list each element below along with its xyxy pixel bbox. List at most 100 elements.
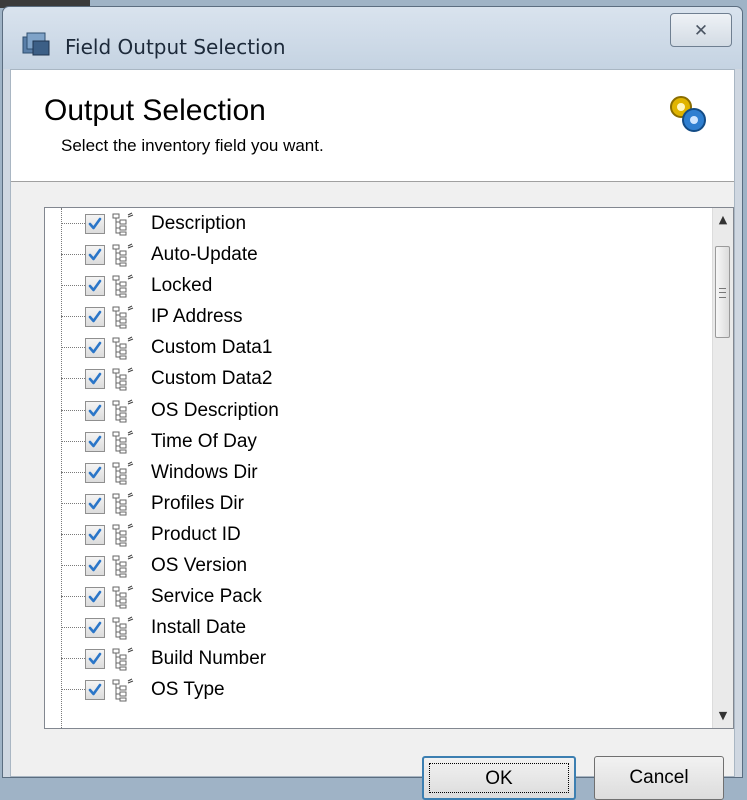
header-panel: Output Selection Select the inventory fi… bbox=[11, 70, 734, 182]
field-label: Description bbox=[151, 213, 247, 234]
field-node-icon bbox=[112, 212, 134, 236]
focus-rectangle bbox=[429, 763, 569, 793]
field-node-icon bbox=[112, 243, 134, 267]
field-node-icon bbox=[112, 461, 134, 485]
tree-row[interactable]: Auto-Update bbox=[45, 239, 713, 270]
field-checkbox[interactable] bbox=[85, 400, 105, 421]
tree-branch-line bbox=[61, 627, 85, 629]
field-checkbox[interactable] bbox=[85, 587, 105, 608]
header-subtitle: Select the inventory field you want. bbox=[61, 136, 324, 155]
field-checkbox[interactable] bbox=[85, 618, 105, 639]
field-checkbox[interactable] bbox=[85, 214, 105, 234]
field-checkbox[interactable] bbox=[85, 338, 105, 359]
field-checkbox[interactable] bbox=[85, 276, 105, 297]
tree-branch-line bbox=[61, 316, 85, 318]
field-node-icon bbox=[112, 274, 134, 298]
tree-row[interactable]: Profiles Dir bbox=[45, 488, 713, 519]
tree-row[interactable]: OS Version bbox=[45, 550, 713, 581]
tree-branch-line bbox=[61, 689, 85, 691]
field-checkbox[interactable] bbox=[85, 680, 105, 701]
tree-row[interactable]: Install Date bbox=[45, 612, 713, 643]
dialog-client-area: Output Selection Select the inventory fi… bbox=[10, 69, 735, 800]
tree-row[interactable]: Build Number bbox=[45, 643, 713, 674]
grip-icon bbox=[719, 288, 726, 298]
tree-branch-line bbox=[61, 658, 85, 660]
checkmark-icon bbox=[88, 217, 102, 230]
checkmark-icon bbox=[88, 559, 102, 572]
field-checkbox[interactable] bbox=[85, 462, 105, 483]
window-title: Field Output Selection bbox=[65, 35, 286, 59]
tree-row[interactable]: OS Type bbox=[45, 674, 713, 705]
tree-row[interactable]: Locked bbox=[45, 270, 713, 301]
tree-branch-line bbox=[61, 533, 85, 535]
vertical-scrollbar[interactable]: ▲ ▼ bbox=[712, 208, 733, 728]
field-label: Locked bbox=[151, 275, 213, 297]
checkmark-icon bbox=[88, 310, 102, 323]
field-node-icon bbox=[112, 678, 134, 702]
field-output-selection-dialog: Field Output Selection ✕ Output Selectio… bbox=[2, 6, 743, 800]
checkmark-icon bbox=[88, 590, 102, 603]
tree-row[interactable]: Custom Data1 bbox=[45, 332, 713, 363]
tree-row[interactable]: Custom Data2 bbox=[45, 363, 713, 394]
cancel-button[interactable]: Cancel bbox=[594, 756, 724, 800]
tree-branch-line bbox=[61, 285, 85, 287]
field-label: Service Pack bbox=[151, 586, 262, 608]
field-label: Profiles Dir bbox=[151, 492, 244, 514]
field-node-icon bbox=[112, 554, 134, 578]
tree-row[interactable]: Time Of Day bbox=[45, 426, 713, 457]
field-checkbox[interactable] bbox=[85, 524, 105, 545]
field-tree-list[interactable]: Description Auto-Update Locked IP Address Cu… bbox=[45, 208, 713, 728]
title-bar[interactable]: Field Output Selection ✕ bbox=[3, 7, 742, 69]
scroll-down-arrow-icon[interactable]: ▼ bbox=[713, 706, 733, 726]
gears-icon bbox=[670, 96, 706, 132]
tree-branch-line bbox=[61, 223, 85, 224]
field-label: Windows Dir bbox=[151, 461, 258, 483]
field-node-icon bbox=[112, 368, 134, 391]
field-label: OS Description bbox=[151, 399, 279, 421]
tree-row[interactable]: OS Description bbox=[45, 395, 713, 426]
field-node-icon bbox=[112, 336, 134, 360]
field-checkbox[interactable] bbox=[85, 245, 105, 266]
field-label: Install Date bbox=[151, 617, 247, 639]
scroll-up-arrow-icon[interactable]: ▲ bbox=[713, 210, 733, 230]
tree-branch-line bbox=[61, 378, 85, 380]
tree-branch-line bbox=[61, 254, 85, 256]
cancel-button-label: Cancel bbox=[629, 767, 689, 788]
field-checkbox[interactable] bbox=[85, 431, 105, 452]
tree-branch-line bbox=[61, 502, 85, 504]
field-node-icon bbox=[112, 647, 134, 671]
tree-branch-line bbox=[61, 565, 85, 567]
field-node-icon bbox=[112, 430, 134, 454]
scrollbar-thumb[interactable] bbox=[715, 246, 730, 338]
checkmark-icon bbox=[88, 435, 102, 447]
field-label: Auto-Update bbox=[151, 244, 258, 266]
ok-button[interactable]: OK bbox=[422, 756, 576, 800]
field-node-icon bbox=[112, 492, 134, 516]
header-title: Output Selection bbox=[44, 94, 266, 127]
tree-row[interactable]: Product ID bbox=[45, 519, 713, 550]
field-label: Product ID bbox=[151, 523, 241, 545]
checkmark-icon bbox=[88, 373, 102, 385]
field-checkbox[interactable] bbox=[85, 493, 105, 514]
field-checkbox[interactable] bbox=[85, 556, 105, 577]
tree-row[interactable]: Windows Dir bbox=[45, 457, 713, 488]
field-checkbox[interactable] bbox=[85, 307, 105, 328]
checkmark-icon bbox=[88, 621, 102, 634]
field-node-icon bbox=[112, 616, 134, 640]
app-icon bbox=[22, 32, 50, 56]
tree-branch-line bbox=[61, 440, 85, 442]
field-label: OS Type bbox=[151, 679, 225, 701]
field-label: Custom Data1 bbox=[151, 337, 273, 359]
checkmark-icon bbox=[88, 653, 102, 665]
tree-row[interactable]: IP Address bbox=[45, 301, 713, 332]
field-checkbox[interactable] bbox=[85, 369, 105, 390]
field-node-icon bbox=[112, 585, 134, 609]
field-label: Time Of Day bbox=[151, 430, 257, 452]
close-button[interactable]: ✕ bbox=[670, 13, 732, 47]
field-tree-view[interactable]: Description Auto-Update Locked IP Address Cu… bbox=[44, 207, 734, 729]
field-checkbox[interactable] bbox=[85, 649, 105, 670]
tree-row[interactable]: Description bbox=[45, 208, 713, 239]
tree-row[interactable]: Service Pack bbox=[45, 581, 713, 612]
tree-branch-line bbox=[61, 409, 85, 411]
checkmark-icon bbox=[88, 497, 102, 510]
